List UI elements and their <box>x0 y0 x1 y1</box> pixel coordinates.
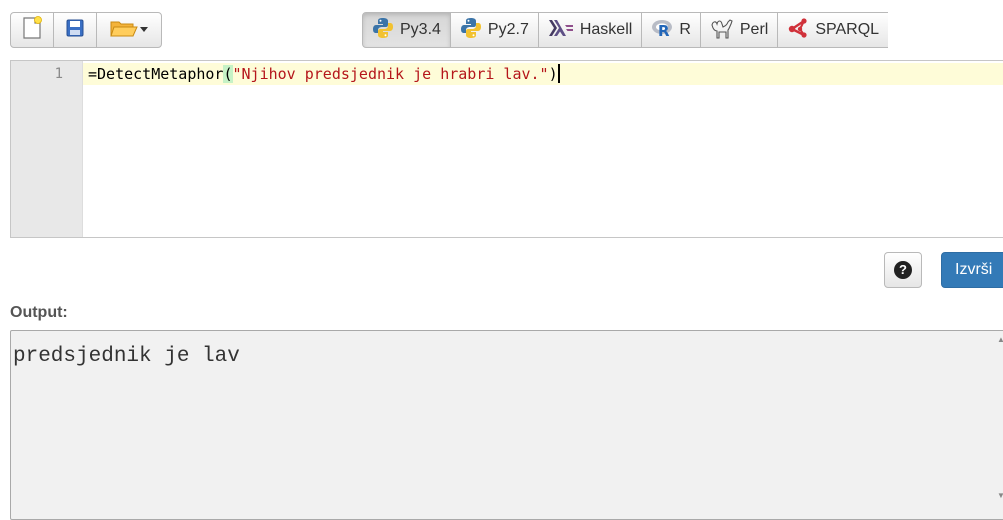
code-string-literal: "Njihov predsjednik je hrabri lav." <box>232 65 549 83</box>
lang-label-sparql: SPARQL <box>815 21 880 38</box>
haskell-icon <box>548 19 574 42</box>
lang-button-sparql[interactable]: SPARQL <box>777 12 889 48</box>
chevron-down-icon <box>139 21 149 39</box>
svg-text:R: R <box>658 22 670 38</box>
language-button-group: Py3.4 Py2.7 Haskell R R Perl SPARQL <box>362 12 889 48</box>
lang-label-r: R <box>679 21 691 38</box>
open-folder-icon <box>109 17 139 44</box>
save-button[interactable] <box>53 12 97 48</box>
toolbar: Py3.4 Py2.7 Haskell R R Perl SPARQL <box>0 0 1003 56</box>
sparql-icon <box>787 17 809 43</box>
python-icon <box>460 17 482 44</box>
code-editor[interactable]: 1 =DetectMetaphor("Njihov predsjednik je… <box>10 60 1003 238</box>
lang-label-py27: Py2.7 <box>487 21 529 38</box>
lang-button-haskell[interactable]: Haskell <box>537 12 643 48</box>
save-icon <box>65 18 85 43</box>
output-label: Output: <box>10 304 68 321</box>
code-open-paren: ( <box>223 65 233 83</box>
new-file-icon <box>21 15 43 45</box>
lang-button-r[interactable]: R R <box>641 12 701 48</box>
output-text: predsjednik je lav <box>13 345 240 368</box>
code-function-name: =DetectMetaphor <box>88 65 224 83</box>
run-button[interactable]: Izvrši <box>941 252 1003 288</box>
scroll-up-arrow-icon[interactable]: ▲ <box>997 335 1003 345</box>
code-line[interactable]: =DetectMetaphor("Njihov predsjednik je h… <box>88 63 560 85</box>
r-icon: R <box>651 18 673 43</box>
text-cursor <box>557 64 560 83</box>
lang-button-py34[interactable]: Py3.4 <box>362 12 451 48</box>
line-number-gutter: 1 <box>11 61 83 237</box>
camel-icon <box>710 17 734 44</box>
code-close-paren: ) <box>548 65 558 83</box>
scroll-down-arrow-icon[interactable]: ▼ <box>997 491 1003 501</box>
output-textarea[interactable]: predsjednik je lav ▲ ▼ <box>10 330 1003 520</box>
lang-label-py34: Py3.4 <box>400 21 441 38</box>
lang-button-perl[interactable]: Perl <box>699 12 779 48</box>
help-button[interactable]: ? <box>884 252 922 288</box>
question-icon: ? <box>894 261 912 279</box>
open-button[interactable] <box>96 12 162 48</box>
line-number: 1 <box>54 66 63 82</box>
new-file-button[interactable] <box>10 12 54 48</box>
python-icon <box>372 17 394 44</box>
lang-button-py27[interactable]: Py2.7 <box>449 12 539 48</box>
lang-label-perl: Perl <box>739 21 769 38</box>
file-button-group <box>10 12 162 48</box>
lang-label-haskell: Haskell <box>579 21 633 38</box>
